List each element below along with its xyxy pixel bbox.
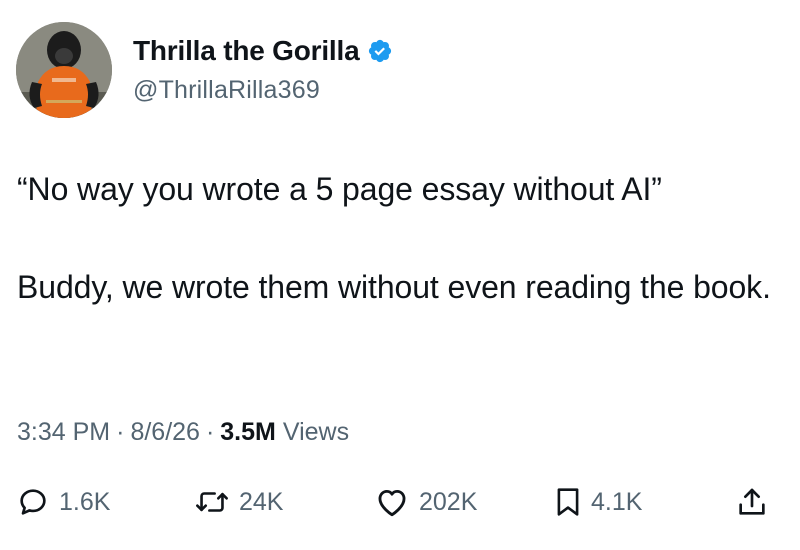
- tweet-time[interactable]: 3:34 PM: [17, 418, 110, 447]
- like-count: 202K: [419, 487, 478, 516]
- repost-icon: [196, 492, 228, 512]
- tweet-date[interactable]: 8/6/26: [130, 418, 200, 447]
- bookmark-icon: [557, 488, 579, 516]
- reply-button[interactable]: 1.6K: [17, 478, 110, 526]
- views-count[interactable]: 3.5M: [220, 418, 276, 447]
- views-label[interactable]: Views: [283, 418, 349, 447]
- author-handle[interactable]: @ThrillaRilla369: [133, 76, 393, 105]
- verified-badge-icon[interactable]: [367, 38, 393, 64]
- bookmark-count: 4.1K: [591, 487, 643, 516]
- tweet-paragraph: Buddy, we wrote them without even readin…: [17, 269, 771, 305]
- like-button[interactable]: 202K: [375, 478, 477, 526]
- tweet-actions: 1.6K 24K 202K 4.1K: [17, 478, 777, 528]
- gorilla-avatar-icon: [16, 22, 112, 118]
- author-info: Thrilla the Gorilla @ThrillaRilla369: [133, 34, 393, 105]
- share-icon: [739, 488, 765, 515]
- meta-separator: ·: [205, 418, 215, 446]
- author-display-name[interactable]: Thrilla the Gorilla: [133, 35, 360, 67]
- tweet-text: “No way you wrote a 5 page essay without…: [17, 165, 787, 312]
- like-icon: [378, 489, 406, 517]
- meta-separator: ·: [116, 418, 125, 446]
- reply-count: 1.6K: [59, 487, 111, 516]
- reply-icon: [20, 489, 46, 515]
- tweet-meta: 3:34 PM · 8/6/26 · 3.5M Views: [17, 418, 349, 447]
- author-avatar[interactable]: [16, 22, 112, 118]
- share-button[interactable]: [737, 478, 767, 526]
- tweet-paragraph: “No way you wrote a 5 page essay without…: [17, 171, 662, 207]
- name-row: Thrilla the Gorilla: [133, 34, 393, 68]
- repost-count: 24K: [239, 487, 284, 516]
- tweet-header: Thrilla the Gorilla @ThrillaRilla369: [16, 22, 776, 122]
- repost-button[interactable]: 24K: [195, 478, 283, 526]
- bookmark-button[interactable]: 4.1K: [555, 478, 642, 526]
